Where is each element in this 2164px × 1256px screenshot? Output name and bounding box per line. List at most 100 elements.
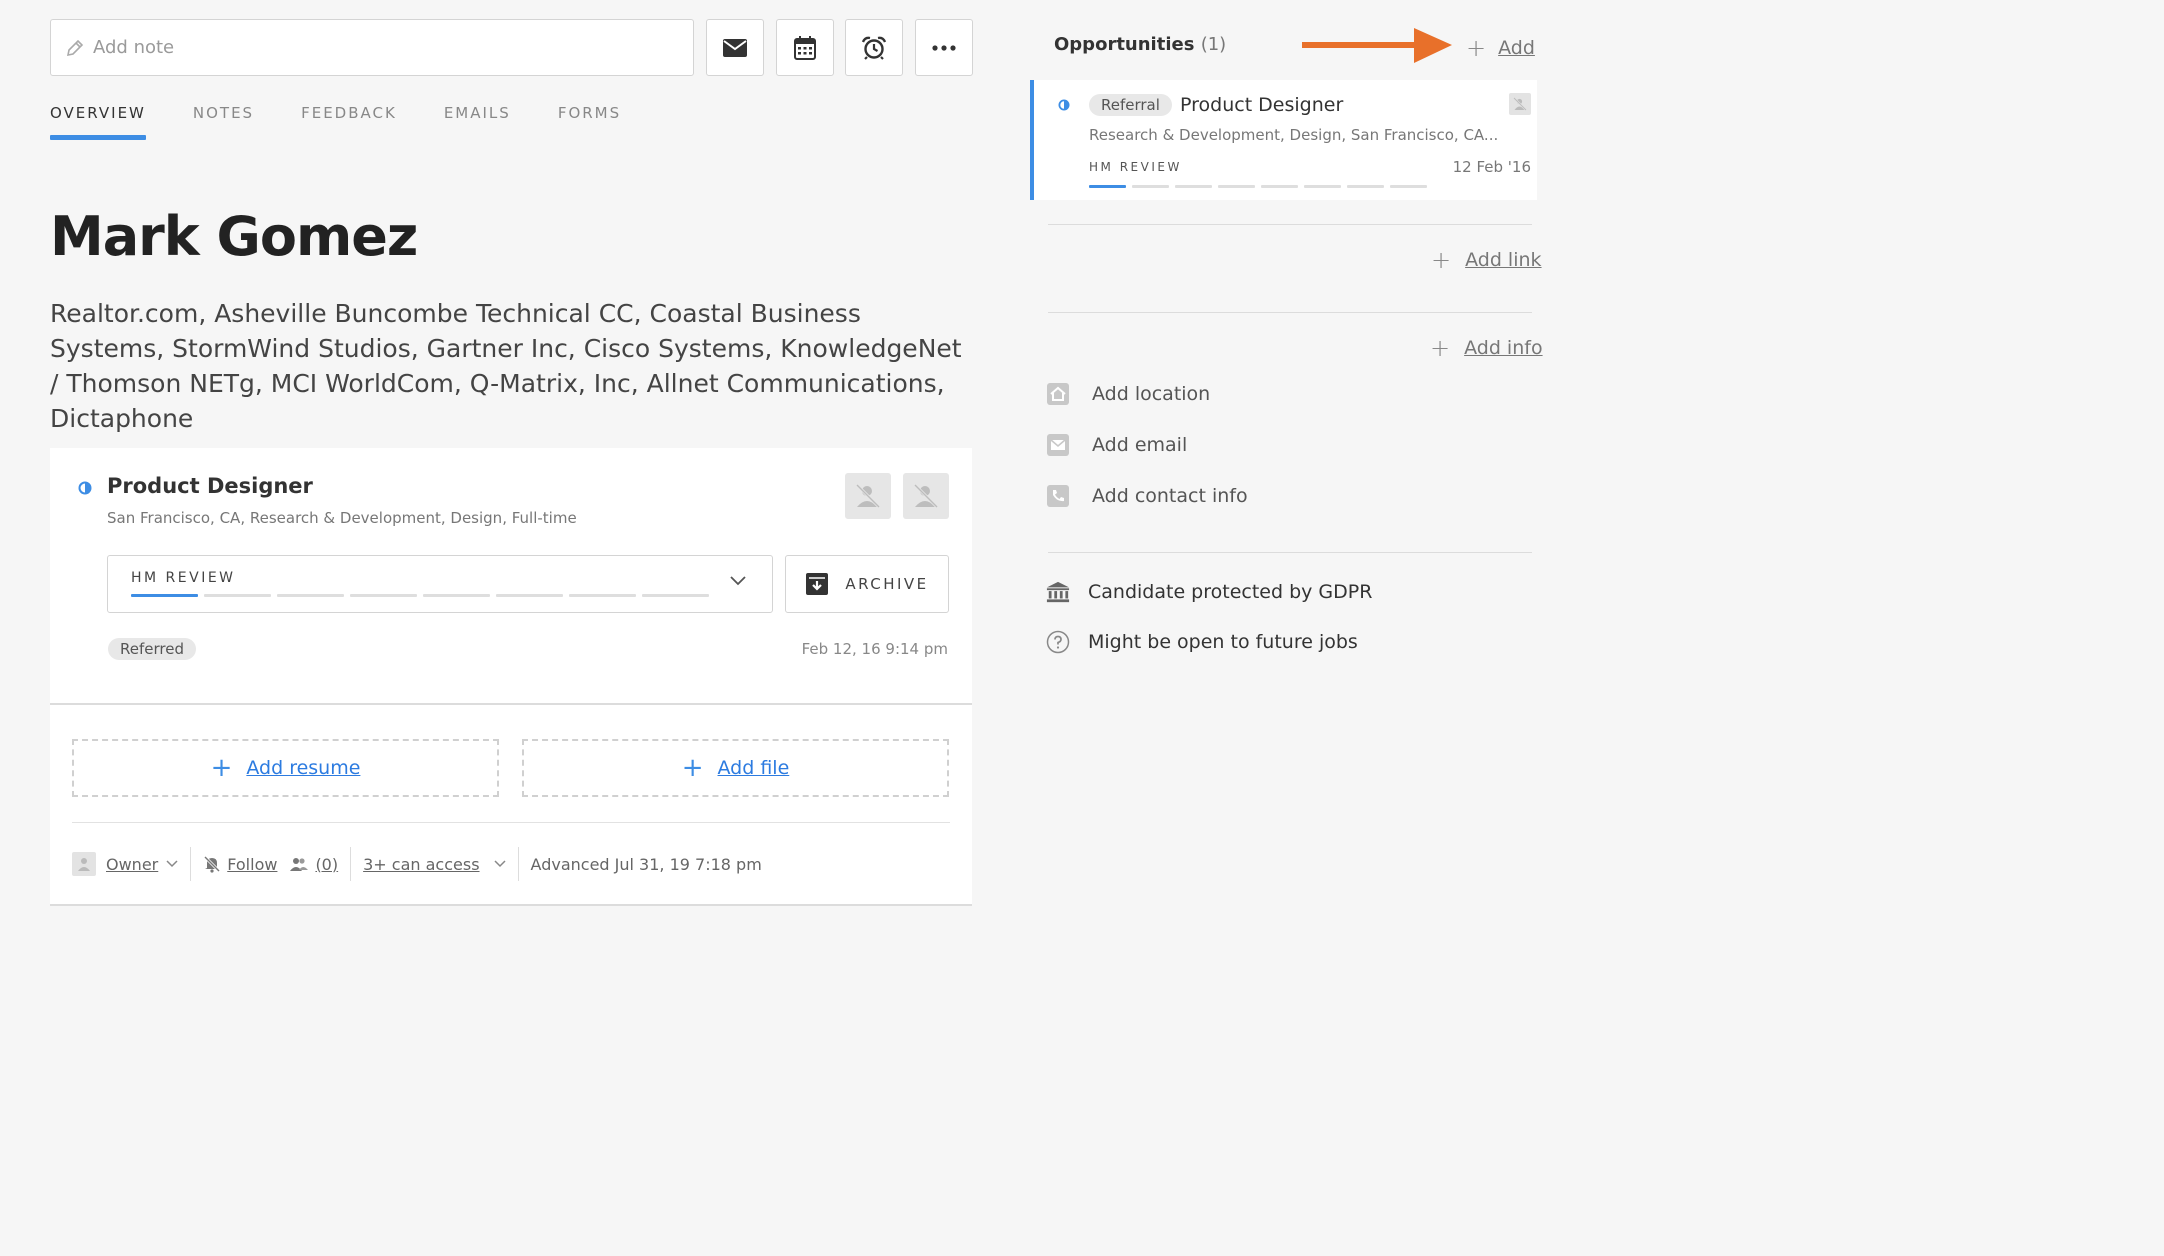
question-circle-icon (1046, 630, 1070, 654)
opportunity-card: Product Designer San Francisco, CA, Rese… (50, 448, 972, 905)
opportunity-date: 12 Feb '16 (1452, 158, 1531, 176)
add-contact-info-row[interactable]: Add contact info (1046, 484, 1248, 508)
stage-segment (1089, 185, 1126, 188)
add-contact-info-label[interactable]: Add contact info (1092, 485, 1248, 507)
separator (190, 847, 192, 881)
stage-progress (1089, 185, 1427, 188)
stage-segment (496, 594, 563, 597)
add-info-link[interactable]: Add info (1464, 337, 1542, 359)
calendar-icon (794, 35, 816, 60)
plus-icon: + (1431, 246, 1452, 274)
advanced-timestamp: Advanced Jul 31, 19 7:18 pm (530, 854, 762, 874)
email-icon (1046, 433, 1070, 457)
profile-tabs: OVERVIEW NOTES FEEDBACK EMAILS FORMS (50, 104, 668, 140)
followers-icon (290, 858, 309, 871)
add-link-button[interactable]: + Add link (1431, 246, 1542, 274)
add-opportunity-button[interactable]: + Add (1466, 34, 1535, 62)
opportunity-stage: HM REVIEW (1089, 160, 1182, 174)
owner-avatar[interactable] (845, 473, 891, 519)
opportunities-header: Opportunities (1) (1054, 34, 1226, 55)
add-resume-link[interactable]: Add resume (246, 757, 360, 779)
divider (50, 703, 972, 705)
schedule-button[interactable] (776, 19, 834, 76)
separator (517, 847, 519, 881)
stage-progress (131, 594, 709, 597)
tab-notes[interactable]: NOTES (193, 104, 254, 138)
owner-dropdown[interactable]: Owner (106, 855, 158, 874)
add-opportunity-link[interactable]: Add (1498, 37, 1535, 59)
follow-link[interactable]: Follow (227, 855, 277, 874)
access-dropdown[interactable]: 3+ can access (363, 855, 479, 874)
stage-segment (423, 594, 490, 597)
stage-segment (642, 594, 709, 597)
email-button[interactable] (706, 19, 764, 76)
unassigned-user-icon (913, 483, 939, 509)
divider (1048, 224, 1532, 225)
opportunity-title[interactable]: Product Designer (1180, 94, 1343, 116)
stage-status-icon (78, 481, 92, 495)
home-icon (1046, 382, 1070, 406)
plus-icon: + (681, 753, 704, 783)
arrow-annotation-icon (1302, 28, 1452, 63)
tab-forms[interactable]: FORMS (558, 104, 621, 138)
plus-icon: + (1466, 34, 1487, 62)
add-link[interactable]: Add link (1465, 249, 1541, 271)
add-note-input[interactable] (93, 37, 693, 58)
hiring-manager-avatar[interactable] (903, 473, 949, 519)
pencil-icon (66, 39, 84, 56)
opportunity-footer: Owner Follow (0) 3+ can access Advanced … (72, 847, 762, 881)
source-tag: Referral (1089, 94, 1172, 116)
stage-dropdown[interactable]: HM REVIEW (107, 555, 773, 613)
gdpr-row: Candidate protected by GDPR (1046, 580, 1372, 604)
stage-status-icon (1058, 99, 1070, 111)
institution-icon (1046, 580, 1070, 604)
stage-segment (569, 594, 636, 597)
bell-off-icon (204, 855, 221, 873)
owner-avatar (72, 852, 96, 876)
divider (72, 822, 950, 823)
job-title[interactable]: Product Designer (107, 474, 313, 498)
add-email-row[interactable]: Add email (1046, 433, 1187, 457)
add-info-button[interactable]: + Add info (1430, 334, 1543, 362)
opportunity-list-item[interactable]: Referral Product Designer Research & Dev… (1030, 80, 1537, 200)
tab-emails[interactable]: EMAILS (444, 104, 511, 138)
archive-label: ARCHIVE (845, 575, 929, 593)
more-icon (932, 44, 956, 51)
future-jobs-label: Might be open to future jobs (1088, 631, 1358, 653)
user-icon (78, 858, 90, 871)
chevron-down-icon[interactable] (166, 860, 178, 868)
source-tag: Referred (108, 638, 196, 660)
owner-avatar[interactable] (1509, 93, 1531, 115)
opportunities-count: (1) (1200, 34, 1227, 55)
stage-segment (1347, 185, 1384, 188)
stage-segment (1261, 185, 1298, 188)
opportunities-label: Opportunities (1054, 34, 1195, 55)
stage-segment (131, 594, 198, 597)
stage-segment (1390, 185, 1427, 188)
gdpr-label: Candidate protected by GDPR (1088, 581, 1373, 603)
future-jobs-row: Might be open to future jobs (1046, 630, 1358, 654)
archive-button[interactable]: ARCHIVE (785, 555, 949, 613)
add-file-link[interactable]: Add file (718, 757, 790, 779)
stage-segment (1175, 185, 1212, 188)
tab-overview[interactable]: OVERVIEW (50, 104, 146, 140)
phone-icon (1046, 484, 1070, 508)
followers-count[interactable]: (0) (315, 855, 338, 874)
add-note-field[interactable] (50, 19, 694, 76)
candidate-name: Mark Gomez (50, 205, 418, 268)
chevron-down-icon[interactable] (494, 860, 506, 868)
add-location-row[interactable]: Add location (1046, 382, 1210, 406)
chevron-down-icon (730, 576, 746, 586)
stage-segment (1304, 185, 1341, 188)
plus-icon: + (210, 753, 233, 783)
more-options-button[interactable] (915, 19, 973, 76)
opportunity-date: Feb 12, 16 9:14 pm (801, 640, 948, 658)
add-location-label[interactable]: Add location (1092, 383, 1210, 405)
tab-feedback[interactable]: FEEDBACK (301, 104, 397, 138)
reminder-button[interactable] (845, 19, 903, 76)
add-email-label[interactable]: Add email (1092, 434, 1187, 456)
add-file-dropzone[interactable]: + Add file (522, 739, 949, 797)
divider (1048, 312, 1532, 313)
add-resume-dropzone[interactable]: + Add resume (72, 739, 499, 797)
unassigned-user-icon (1513, 97, 1527, 111)
